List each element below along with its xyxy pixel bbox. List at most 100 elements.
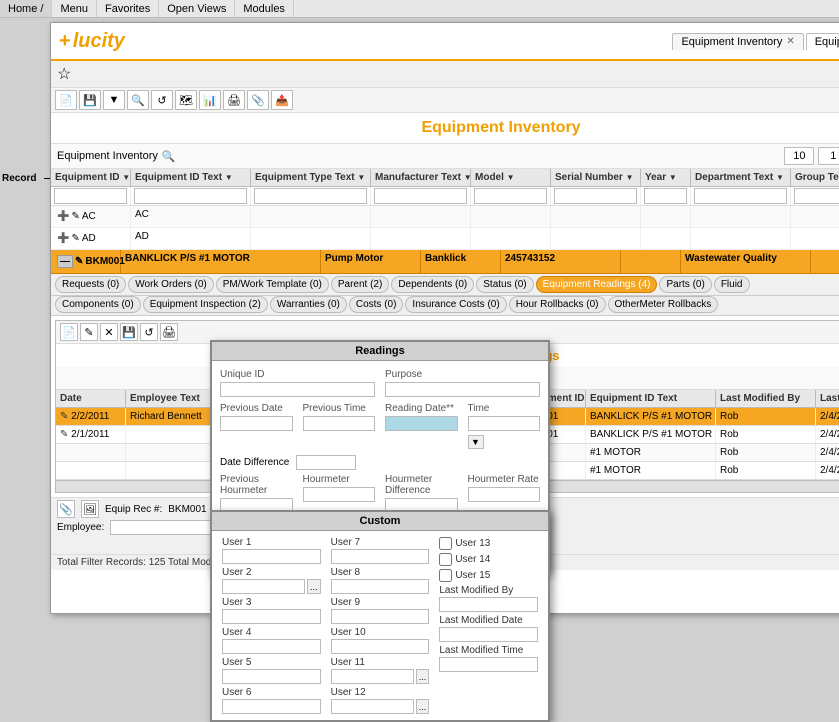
filter-model[interactable] (474, 188, 547, 204)
filter-type[interactable] (254, 188, 367, 204)
irow3-modby: Rob (716, 444, 816, 461)
subtab-dependents[interactable]: Dependents (0) (391, 276, 474, 293)
user6-input[interactable] (222, 699, 321, 714)
detail-img-btn[interactable]: 🖼 (81, 500, 99, 518)
row-edit-icon[interactable]: ✎ (71, 211, 79, 222)
user9-input[interactable] (331, 609, 430, 624)
detail-attach-btn[interactable]: 📎 (57, 500, 75, 518)
filter-mfr[interactable] (374, 188, 467, 204)
user12-input[interactable] (331, 699, 414, 714)
subtab-requests[interactable]: Requests (0) (55, 276, 126, 293)
tab-2[interactable]: Equipment Inventory ✕ (806, 33, 839, 50)
filter-dept[interactable] (694, 188, 787, 204)
last-modified-by-input[interactable] (439, 597, 538, 612)
filter-btn[interactable]: ▼ (103, 90, 125, 110)
user11-btn[interactable]: ... (416, 669, 430, 684)
filter-group[interactable] (794, 188, 839, 204)
inner-edit-btn[interactable]: ✎ (80, 323, 98, 341)
user14-checkbox[interactable] (439, 553, 452, 566)
cell-bkm-serial (621, 250, 681, 273)
unique-id-input[interactable] (220, 382, 375, 397)
report-btn[interactable]: 📊 (199, 90, 221, 110)
user13-checkbox[interactable] (439, 537, 452, 550)
user5-input[interactable] (222, 669, 321, 684)
filter-eq-text[interactable] (134, 188, 247, 204)
inner-print-btn[interactable]: 🖨 (160, 323, 178, 341)
page-size-input[interactable] (784, 147, 814, 165)
irow1-edit-icon[interactable]: ✎ (60, 411, 68, 422)
subtab-costs[interactable]: Costs (0) (349, 296, 404, 313)
search-icon[interactable]: 🔍 (162, 150, 176, 163)
attach-btn[interactable]: 📎 (247, 90, 269, 110)
row-collapse-bkm-icon[interactable]: — (57, 255, 73, 268)
user15-checkbox[interactable] (439, 569, 452, 582)
user3-input[interactable] (222, 609, 321, 624)
close-tab-1[interactable]: ✕ (786, 36, 794, 47)
date-diff-input[interactable] (296, 455, 356, 470)
subtab-workorders[interactable]: Work Orders (0) (128, 276, 214, 293)
subtab-other-rollbacks[interactable]: OtherMeter Rollbacks (608, 296, 719, 313)
nav-menu[interactable]: Menu (52, 0, 97, 17)
subtab-equipment-readings[interactable]: Equipment Readings (4) (536, 276, 658, 293)
prev-date-input[interactable] (220, 416, 293, 431)
user8-input[interactable] (331, 579, 430, 594)
subtab-warranties[interactable]: Warranties (0) (270, 296, 347, 313)
subtab-status[interactable]: Status (0) (476, 276, 533, 293)
grid-row-ad[interactable]: ➕ ✎ AD AD (51, 228, 839, 250)
star-icon[interactable]: ☆ (57, 64, 71, 84)
grid-row-bkm001[interactable]: — ✎ BKM001 BANKLICK P/S #1 MOTOR Pump Mo… (51, 250, 839, 274)
refresh-btn[interactable]: ↺ (151, 90, 173, 110)
subtab-inspection[interactable]: Equipment Inspection (2) (143, 296, 268, 313)
subtab-pm[interactable]: PM/Work Template (0) (216, 276, 329, 293)
user7-input[interactable] (331, 549, 430, 564)
row-edit-bkm-icon[interactable]: ✎ (75, 256, 83, 267)
time-input[interactable] (468, 416, 541, 431)
last-modified-date-input[interactable] (439, 627, 538, 642)
subtab-insurance[interactable]: Insurance Costs (0) (405, 296, 506, 313)
grid-row-ac[interactable]: ➕ ✎ AC AC (51, 206, 839, 228)
row-edit-ad-icon[interactable]: ✎ (71, 233, 79, 244)
page-number-input[interactable] (818, 147, 839, 165)
filter-serial[interactable] (554, 188, 637, 204)
irow2-edit-icon[interactable]: ✎ (60, 429, 68, 440)
reading-date-input[interactable] (385, 416, 458, 431)
user4-input[interactable] (222, 639, 321, 654)
time-decrease-btn[interactable]: ▼ (468, 435, 484, 449)
prev-time-input[interactable] (303, 416, 376, 431)
subtab-parent[interactable]: Parent (2) (331, 276, 389, 293)
filter-eq-id[interactable] (54, 188, 127, 204)
last-modified-time-input[interactable] (439, 657, 538, 672)
user2-input[interactable] (222, 579, 305, 594)
nav-open-views[interactable]: Open Views (159, 0, 235, 17)
tab-1[interactable]: Equipment Inventory ✕ (672, 33, 803, 50)
print-btn[interactable]: 🖨 (223, 90, 245, 110)
user11-input[interactable] (331, 669, 414, 684)
inner-save-btn[interactable]: 💾 (120, 323, 138, 341)
export-btn[interactable]: 📤 (271, 90, 293, 110)
subtab-components[interactable]: Components (0) (55, 296, 141, 313)
subtab-hour-rollbacks[interactable]: Hour Rollbacks (0) (509, 296, 606, 313)
purpose-input[interactable] (385, 382, 540, 397)
inner-refresh-btn[interactable]: ↺ (140, 323, 158, 341)
nav-modules[interactable]: Modules (235, 0, 294, 17)
user12-btn[interactable]: ... (416, 699, 430, 714)
map-btn[interactable]: 🗺 (175, 90, 197, 110)
user10-input[interactable] (331, 639, 430, 654)
hm-rate-group: Hourmeter Rate (468, 474, 541, 513)
hm-input[interactable] (303, 487, 376, 502)
save-btn[interactable]: 💾 (79, 90, 101, 110)
nav-favorites[interactable]: Favorites (97, 0, 159, 17)
inner-delete-btn[interactable]: ✕ (100, 323, 118, 341)
hm-rate-input[interactable] (468, 487, 541, 502)
user2-btn[interactable]: ... (307, 579, 321, 594)
user1-input[interactable] (222, 549, 321, 564)
row-expand-ad-icon[interactable]: ➕ (57, 233, 69, 244)
subtab-parts[interactable]: Parts (0) (659, 276, 711, 293)
inner-new-btn[interactable]: 📄 (60, 323, 78, 341)
search-btn[interactable]: 🔍 (127, 90, 149, 110)
new-btn[interactable]: 📄 (55, 90, 77, 110)
nav-home[interactable]: Home / (0, 0, 52, 17)
filter-year[interactable] (644, 188, 687, 204)
subtab-fluid[interactable]: Fluid (714, 276, 750, 293)
row-expand-icon[interactable]: ➕ (57, 211, 69, 222)
